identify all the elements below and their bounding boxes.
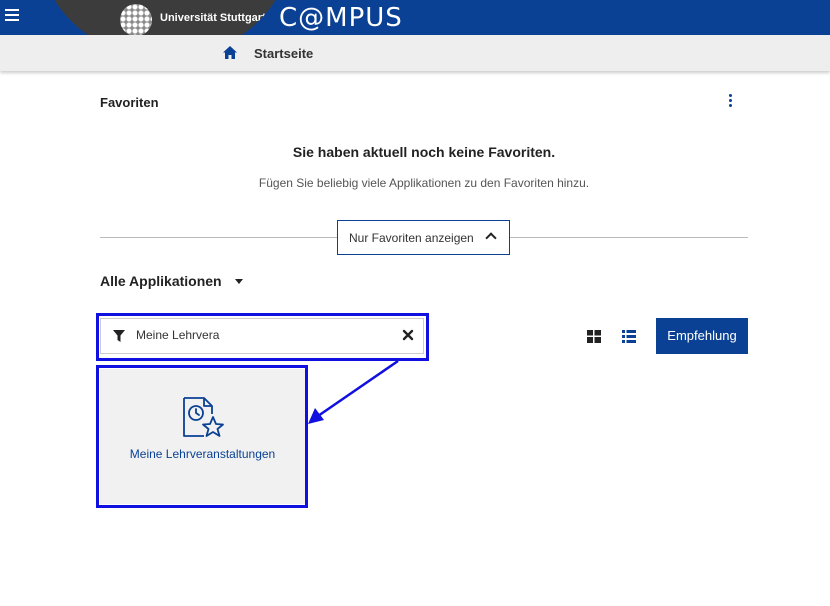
caret-down-icon[interactable] <box>235 279 243 284</box>
top-bar: Universität Stuttgart C@MPUS <box>0 0 830 58</box>
chevron-up-icon <box>485 232 497 244</box>
favorites-empty-subtitle: Fügen Sie beliebig viele Applikationen z… <box>258 176 590 190</box>
grid-view-icon[interactable] <box>587 330 601 343</box>
page: Universität Stuttgart C@MPUS Startseite … <box>0 0 830 606</box>
breadcrumb-current: Startseite <box>254 46 314 61</box>
more-options-icon[interactable] <box>724 94 736 110</box>
annotation-arrow <box>308 359 399 424</box>
list-view-icon[interactable] <box>622 330 636 343</box>
hamburger-icon[interactable] <box>5 9 19 23</box>
show-favorites-only-button[interactable]: Nur Favoriten anzeigen <box>337 220 510 255</box>
all-applications-dropdown[interactable]: Alle Applikationen <box>100 273 222 289</box>
app-search-input[interactable] <box>136 328 386 342</box>
favorites-empty-title: Sie haben aktuell noch keine Favoriten. <box>292 144 556 160</box>
filter-icon <box>113 330 125 342</box>
app-tile[interactable]: Meine Lehrveranstaltungen <box>100 369 305 504</box>
document-clock-star-icon <box>183 397 224 437</box>
favorites-heading: Favoriten <box>100 95 159 110</box>
university-seal-icon <box>120 4 152 36</box>
university-name: Universität Stuttgart <box>160 12 266 24</box>
app-title: C@MPUS <box>279 3 403 33</box>
close-icon[interactable] <box>401 328 415 342</box>
app-tile-label: Meine Lehrveranstaltungen <box>129 447 276 461</box>
show-favorites-only-label: Nur Favoriten anzeigen <box>349 231 474 245</box>
app-search-box <box>100 318 424 354</box>
home-icon[interactable] <box>222 45 238 61</box>
recommendation-button[interactable]: Empfehlung <box>656 318 748 354</box>
breadcrumb: Startseite <box>0 35 830 71</box>
